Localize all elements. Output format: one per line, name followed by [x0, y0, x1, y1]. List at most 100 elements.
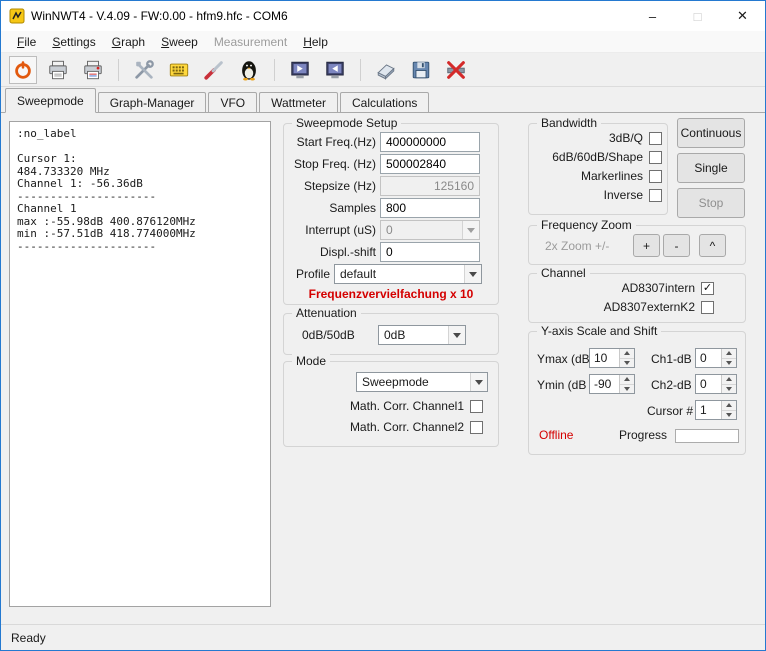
menu-sweep[interactable]: Sweep — [153, 31, 206, 52]
brush-button[interactable] — [200, 56, 228, 84]
displ-shift-label: Displ.-shift — [290, 245, 376, 259]
spin-up-icon[interactable] — [722, 375, 736, 385]
ymin-spinbox[interactable]: -90 — [589, 374, 635, 394]
interrupt-value: 0 — [386, 223, 393, 237]
spin-up-icon[interactable] — [620, 349, 634, 359]
cursor-number-spinbox[interactable]: 1 — [695, 400, 737, 420]
cursor-number-label: Cursor # — [647, 404, 693, 418]
menu-file[interactable]: File — [9, 31, 44, 52]
zoom-reset-button[interactable]: ^ — [699, 234, 726, 257]
menu-graph[interactable]: Graph — [104, 31, 153, 52]
sweepmode-setup-group: Sweepmode Setup Start Freq.(Hz) Stop Fre… — [283, 123, 499, 305]
frequency-zoom-title: Frequency Zoom — [537, 218, 636, 232]
spin-down-icon[interactable] — [722, 359, 736, 368]
math-corr-ch2-checkbox[interactable] — [470, 421, 483, 434]
bandwidth-3db-checkbox[interactable] — [649, 132, 662, 145]
spin-up-icon[interactable] — [722, 401, 736, 411]
ch1-db-label: Ch1-dB — [651, 352, 692, 366]
profile-select[interactable]: default — [334, 264, 482, 284]
save-icon — [410, 59, 432, 81]
progress-label: Progress — [619, 428, 667, 442]
mode-select[interactable]: Sweepmode — [356, 372, 488, 392]
attenuation-group: Attenuation 0dB/50dB 0dB — [283, 313, 499, 355]
ch2-db-spinbox[interactable]: 0 — [695, 374, 737, 394]
display-shift-left-icon — [289, 59, 311, 81]
tab-sweepmode[interactable]: Sweepmode — [5, 88, 96, 113]
stop-freq-label: Stop Freq. (Hz) — [290, 157, 376, 171]
tab-calculations[interactable]: Calculations — [340, 92, 429, 113]
power-button[interactable] — [9, 56, 37, 84]
keyboard-button[interactable] — [165, 56, 193, 84]
spin-up-icon[interactable] — [620, 375, 634, 385]
displ-shift-input[interactable] — [380, 242, 480, 262]
maximize-button: □ — [675, 1, 720, 31]
ad8307-extern-checkbox[interactable] — [701, 301, 714, 314]
menu-measurement-label: Measurement — [214, 35, 287, 49]
menu-settings[interactable]: Settings — [44, 31, 103, 52]
ad8307-intern-checkbox[interactable]: ✓ — [701, 282, 714, 295]
toolbar-separator — [274, 59, 275, 81]
frequency-multiplier-note: Frequenzvervielfachung x 10 — [284, 287, 498, 301]
power-icon — [12, 59, 34, 81]
inverse-label: Inverse — [533, 188, 643, 202]
cursor-number-value: 1 — [696, 401, 721, 419]
toolbar — [1, 53, 765, 87]
penguin-button[interactable] — [235, 56, 263, 84]
inverse-checkbox[interactable] — [649, 189, 662, 202]
status-text: Ready — [11, 631, 46, 645]
close-button[interactable]: ✕ — [720, 1, 765, 31]
save-button[interactable] — [407, 56, 435, 84]
bandwidth-6db-checkbox[interactable] — [649, 151, 662, 164]
progress-bar — [675, 429, 739, 443]
channel-group: Channel AD8307intern ✓ AD8307externK2 — [528, 273, 746, 323]
menu-graph-mnemonic: G — [112, 35, 121, 49]
display-shift-right-button[interactable] — [321, 56, 349, 84]
attenuation-select[interactable]: 0dB — [378, 325, 466, 345]
ymin-label: Ymin (dB — [537, 378, 586, 392]
single-button[interactable]: Single — [677, 153, 745, 183]
stop-button: Stop — [677, 188, 745, 218]
spin-up-icon[interactable] — [722, 349, 736, 359]
stop-freq-input[interactable] — [380, 154, 480, 174]
ymin-value: -90 — [590, 375, 619, 393]
math-corr-ch1-checkbox[interactable] — [470, 400, 483, 413]
tab-vfo[interactable]: VFO — [208, 92, 257, 113]
eraser-button[interactable] — [372, 56, 400, 84]
zoom-in-button[interactable]: + — [633, 234, 660, 257]
spin-down-icon[interactable] — [620, 385, 634, 394]
app-window: WinNWT4 - V.4.09 - FW:0.00 - hfm9.hfc - … — [0, 0, 766, 651]
menu-measurement: Measurement — [206, 31, 295, 52]
display-shift-left-button[interactable] — [286, 56, 314, 84]
zoom-out-button[interactable]: - — [663, 234, 690, 257]
continuous-button[interactable]: Continuous — [677, 118, 745, 148]
menu-settings-mnemonic: S — [52, 35, 60, 49]
menu-help[interactable]: Help — [295, 31, 336, 52]
menu-sweep-label: weep — [169, 35, 198, 49]
ymax-label: Ymax (dB — [537, 352, 590, 366]
menu-graph-label: raph — [121, 35, 145, 49]
toolbar-separator — [360, 59, 361, 81]
tab-strip: Sweepmode Graph-Manager VFO Wattmeter Ca… — [1, 87, 765, 113]
spin-down-icon[interactable] — [722, 411, 736, 420]
ymax-spinbox[interactable]: 10 — [589, 348, 635, 368]
tab-graph-manager[interactable]: Graph-Manager — [98, 92, 207, 113]
bandwidth-group: Bandwidth 3dB/Q 6dB/60dB/Shape Markerlin… — [528, 123, 668, 215]
spin-down-icon[interactable] — [620, 359, 634, 368]
print-button[interactable] — [44, 56, 72, 84]
yaxis-group: Y-axis Scale and Shift Ymax (dB 10 Ch1-d… — [528, 331, 746, 455]
menu-bar: File Settings Graph Sweep Measurement He… — [1, 31, 765, 53]
display-shift-right-icon — [324, 59, 346, 81]
ch1-db-spinbox[interactable]: 0 — [695, 348, 737, 368]
tab-wattmeter[interactable]: Wattmeter — [259, 92, 338, 113]
disconnect-button[interactable] — [442, 56, 470, 84]
markerlines-checkbox[interactable] — [649, 170, 662, 183]
start-freq-input[interactable] — [380, 132, 480, 152]
print-color-button[interactable] — [79, 56, 107, 84]
spin-down-icon[interactable] — [722, 385, 736, 394]
samples-label: Samples — [290, 201, 376, 215]
minimize-button[interactable]: – — [630, 1, 675, 31]
mode-title: Mode — [292, 354, 330, 368]
tools-button[interactable] — [130, 56, 158, 84]
bandwidth-6db-label: 6dB/60dB/Shape — [533, 150, 643, 164]
samples-input[interactable] — [380, 198, 480, 218]
